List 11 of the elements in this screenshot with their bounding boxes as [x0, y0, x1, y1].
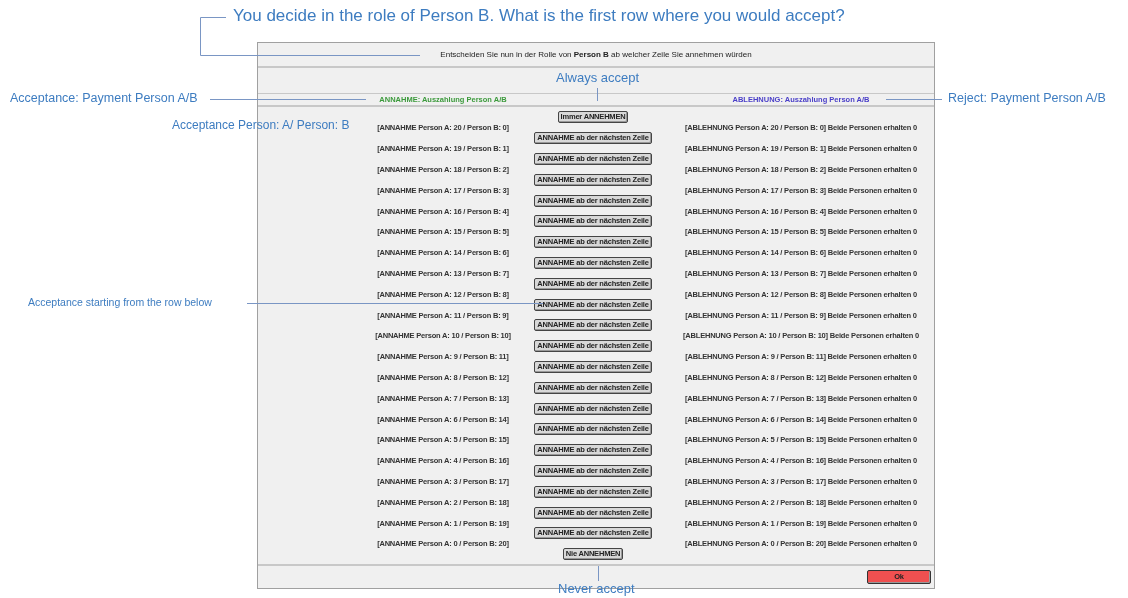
annotation-text: Always accept	[556, 71, 640, 86]
leader-line	[885, 99, 943, 100]
annotation-text: Acceptance Person: A/ Person: B	[172, 119, 350, 133]
leader-line	[597, 87, 598, 102]
annotation-text: Never accept	[558, 582, 635, 597]
annotation-text: Acceptance starting from the row below	[28, 297, 212, 309]
leader-line	[598, 565, 599, 582]
annotation-text: You decide in the role of Person B. What is the first row where you would accept?	[233, 7, 845, 26]
annotation-text: Reject: Payment Person A/B	[948, 92, 1106, 106]
instruction-text: Entscheiden Sie nun in der Rolle von Person B ab welcher Zeile Sie annehmen würden	[440, 50, 752, 59]
annotation-text: Acceptance: Payment Person A/B	[10, 92, 198, 106]
